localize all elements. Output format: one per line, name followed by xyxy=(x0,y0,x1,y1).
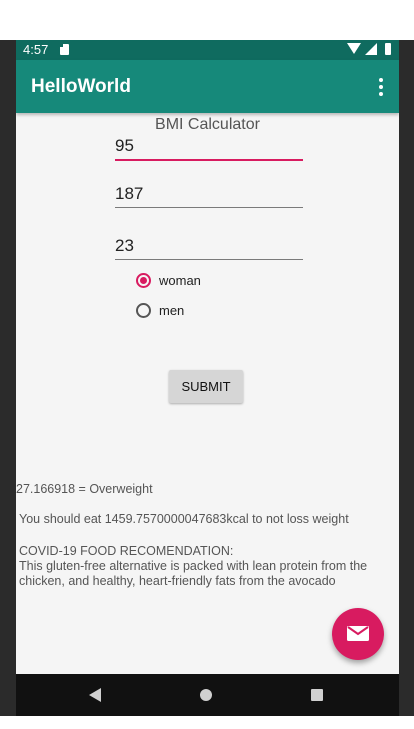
overflow-menu-icon[interactable] xyxy=(379,78,383,96)
app-bar: HelloWorld xyxy=(16,60,399,113)
wifi-icon xyxy=(347,43,361,54)
status-time: 4:57 xyxy=(23,42,49,57)
page-title: BMI Calculator xyxy=(155,116,260,133)
calorie-result: You should eat 1459.7570000047683kcal to… xyxy=(19,512,349,526)
device-frame: 4:57 HelloWorld BMI Calculator woman men… xyxy=(0,0,414,729)
email-fab[interactable] xyxy=(332,608,384,660)
app-screen: 4:57 HelloWorld BMI Calculator woman men… xyxy=(16,40,399,716)
frame-bottom xyxy=(0,716,414,729)
height-input[interactable] xyxy=(115,181,303,208)
age-input[interactable] xyxy=(115,233,303,260)
radio-woman-button[interactable] xyxy=(136,272,151,288)
radio-men-label: men xyxy=(159,302,185,318)
radio-men[interactable]: men xyxy=(136,299,184,321)
back-icon[interactable] xyxy=(89,688,101,702)
mail-icon xyxy=(347,626,369,641)
status-bar: 4:57 xyxy=(16,40,399,60)
covid-body: This gluten-free alternative is packed w… xyxy=(19,559,368,588)
home-icon[interactable] xyxy=(200,689,212,701)
submit-button[interactable]: SUBMIT xyxy=(169,370,243,403)
radio-woman-label: woman xyxy=(159,272,201,288)
bmi-result: 27.166918 = Overweight xyxy=(16,482,153,496)
app-title: HelloWorld xyxy=(31,76,131,97)
sd-card-icon xyxy=(60,44,69,55)
battery-icon xyxy=(385,43,391,55)
frame-top xyxy=(0,0,414,40)
weight-input[interactable] xyxy=(115,133,303,161)
radio-men-button[interactable] xyxy=(136,302,151,318)
signal-icon xyxy=(365,43,377,55)
radio-woman[interactable]: woman xyxy=(136,269,201,291)
covid-title: COVID-19 FOOD RECOMENDATION: xyxy=(19,544,234,558)
nav-bar xyxy=(16,674,399,716)
recents-icon[interactable] xyxy=(311,689,323,701)
covid-recommendation: COVID-19 FOOD RECOMENDATION: This gluten… xyxy=(19,544,369,589)
